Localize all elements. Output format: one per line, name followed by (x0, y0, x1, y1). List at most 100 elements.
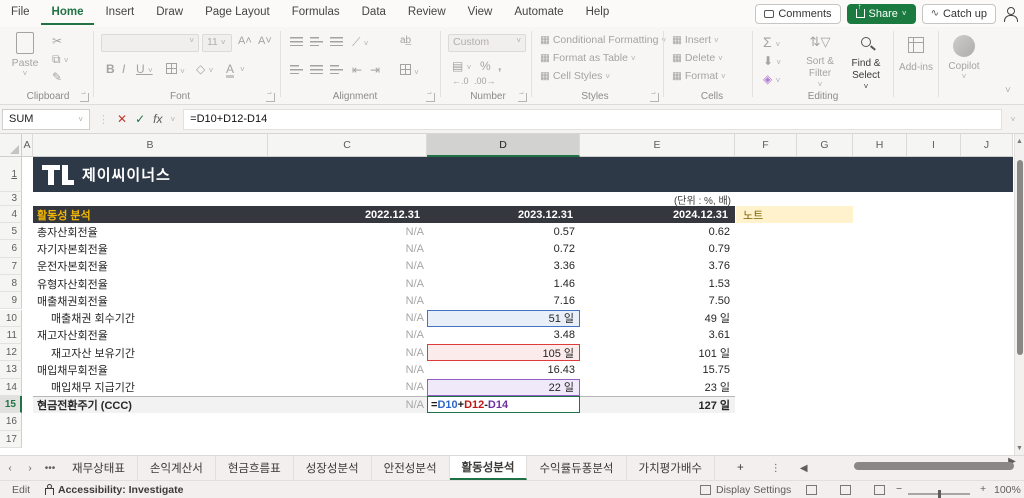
row-label-15[interactable]: 현금전환주기 (CCC) (37, 396, 268, 413)
number-format-combo[interactable]: Custom ˅ (448, 34, 526, 52)
number-dialog-launcher[interactable] (518, 93, 527, 102)
sheet-tab-성장성분석[interactable]: 성장성분석 (294, 456, 372, 480)
cell-D13[interactable]: 16.43 (427, 361, 580, 378)
decrease-indent-icon[interactable]: ⇤ (352, 64, 362, 76)
row-label-8[interactable]: 유형자산회전율 (37, 275, 268, 292)
cell-D6[interactable]: 0.72 (427, 240, 580, 257)
font-color-dropdown[interactable]: ˅ (240, 65, 245, 74)
row-header-7[interactable]: 7 (0, 257, 22, 275)
row-header-16[interactable]: 16 (0, 413, 22, 431)
row-label-14[interactable]: 매입채무 지급기간 (51, 379, 268, 396)
italic-button[interactable]: I (122, 63, 125, 75)
column-header-D[interactable]: D (427, 134, 580, 157)
font-dialog-launcher[interactable] (266, 93, 275, 102)
column-header-I[interactable]: I (907, 134, 961, 157)
font-color-button[interactable]: A (226, 63, 235, 78)
vertical-scrollbar[interactable]: ▲ ▼ (1014, 134, 1024, 455)
zoom-level[interactable]: 100% (994, 484, 1021, 496)
cell-E6[interactable]: 0.79 (580, 240, 730, 257)
increase-decimal-icon[interactable]: ←.0 (452, 77, 469, 86)
collapse-ribbon-chevron[interactable]: ˅ (1005, 85, 1011, 96)
sheet-tab-수익률듀퐁분석[interactable]: 수익률듀퐁분석 (527, 456, 627, 480)
cell-D8[interactable]: 1.46 (427, 275, 580, 292)
row-header-14[interactable]: 14 (0, 378, 22, 396)
cells-format[interactable]: ▦ Format ˅ (672, 71, 726, 82)
name-box[interactable]: SUM ˅ (2, 108, 90, 130)
catch-up-button[interactable]: ∿ Catch up (921, 3, 996, 24)
enter-icon[interactable]: ✓ (135, 112, 145, 126)
cancel-icon[interactable]: ✕ (117, 112, 127, 126)
bold-button[interactable]: B (106, 63, 115, 75)
spreadsheet-grid[interactable]: ABCDEFGHIJ 1 3 4 5 6 7 8 9 10 11 12 13 14 15 16 17 제이씨이… (0, 134, 1014, 455)
cell-D14[interactable]: 22 일 (427, 378, 580, 396)
align-top-icon[interactable] (290, 37, 303, 49)
increase-indent-icon[interactable]: ⇥ (370, 64, 380, 76)
cell-C14[interactable]: N/A (268, 379, 424, 396)
display-settings-button[interactable]: Display Settings (716, 484, 791, 496)
cell-C6[interactable]: N/A (268, 240, 424, 257)
cell-D10[interactable]: 51 일 (427, 309, 580, 327)
row-label-6[interactable]: 자기자본회전율 (37, 240, 268, 257)
paste-button[interactable]: Paste ˅ (10, 32, 40, 78)
align-left-icon[interactable] (290, 65, 303, 77)
row-label-12[interactable]: 재고자산 보유기간 (51, 344, 268, 361)
align-center-icon[interactable] (310, 65, 323, 77)
sheet-tab-손익계산서[interactable]: 손익계산서 (138, 456, 216, 480)
styles-conditional-formatting[interactable]: ▦ Conditional Formatting ˅ (540, 35, 666, 46)
autosum-icon[interactable]: Σ ˅ (763, 35, 780, 49)
ribbon-tab-page-layout[interactable]: Page Layout (194, 0, 281, 23)
scroll-up-icon[interactable]: ▲ (1015, 134, 1024, 145)
accounting-format-icon[interactable]: ▤ ˅ (452, 60, 471, 72)
ribbon-tab-insert[interactable]: Insert (94, 0, 145, 23)
scroll-down-icon[interactable]: ▼ (1015, 445, 1024, 452)
merge-center-icon[interactable]: ˅ (400, 64, 419, 78)
align-bottom-icon[interactable] (330, 37, 343, 49)
cell-E11[interactable]: 3.61 (580, 327, 730, 344)
cell-C12[interactable]: N/A (268, 344, 424, 361)
fill-icon[interactable]: ⬇ ˅ (763, 55, 781, 67)
column-header-B[interactable]: B (33, 134, 268, 157)
ribbon-tab-data[interactable]: Data (351, 0, 397, 23)
font-name-combo[interactable]: ˅ (101, 34, 199, 52)
row-label-13[interactable]: 매입채무회전율 (37, 361, 268, 378)
cell-D7[interactable]: 3.36 (427, 258, 580, 275)
new-sheet-button[interactable]: + (715, 456, 766, 480)
styles-dialog-launcher[interactable] (650, 93, 659, 102)
ribbon-tab-review[interactable]: Review (397, 0, 457, 23)
cell-C15[interactable]: N/A (268, 396, 424, 413)
cut-icon[interactable]: ✂ (52, 35, 62, 47)
clear-icon[interactable]: ◈ ˅ (763, 73, 780, 85)
zoom-slider-thumb[interactable] (938, 490, 941, 498)
find-select-button[interactable]: Find & Select ˅ (845, 35, 887, 91)
horizontal-scroll-thumb[interactable] (854, 462, 1014, 470)
ribbon-tab-automate[interactable]: Automate (503, 0, 574, 23)
cell-E10[interactable]: 49 일 (580, 310, 730, 327)
shrink-font-icon[interactable]: A˅ (258, 36, 272, 47)
ribbon-tab-help[interactable]: Help (575, 0, 621, 23)
cell-E12[interactable]: 101 일 (580, 344, 730, 361)
cell-C9[interactable]: N/A (268, 292, 424, 309)
ribbon-tab-file[interactable]: File (0, 0, 41, 23)
comments-button[interactable]: Comments (755, 3, 841, 24)
row-header-6[interactable]: 6 (0, 240, 22, 258)
sheet-prev-icon[interactable]: ‹ (0, 456, 20, 480)
cell-D15-editing[interactable]: = D10 + D12- D14 (427, 396, 580, 414)
sheet-more-icon[interactable]: ••• (40, 456, 60, 480)
cell-E15[interactable]: 127 일 (580, 396, 730, 413)
cell-C5[interactable]: N/A (268, 223, 424, 240)
cell-E9[interactable]: 7.50 (580, 292, 730, 309)
format-painter-icon[interactable]: ✎ (52, 71, 62, 83)
ribbon-tab-formulas[interactable]: Formulas (281, 0, 351, 23)
ribbon-tab-home[interactable]: Home (40, 0, 95, 25)
cell-C7[interactable]: N/A (268, 258, 424, 275)
cell-C8[interactable]: N/A (268, 275, 424, 292)
borders-button[interactable]: ˅ (166, 63, 185, 77)
percent-style-icon[interactable]: % (480, 60, 491, 72)
orientation-icon[interactable]: ⟋ ˅ (352, 36, 368, 48)
sheet-tab-활동성분석[interactable]: 활동성분석 (449, 456, 528, 480)
zoom-in-icon[interactable]: + (980, 483, 986, 495)
sheet-options-icon[interactable]: ⋮ (766, 456, 786, 480)
cell-C11[interactable]: N/A (268, 327, 424, 344)
sheet-next-icon[interactable]: › (20, 456, 40, 480)
people-icon[interactable] (1002, 6, 1018, 22)
